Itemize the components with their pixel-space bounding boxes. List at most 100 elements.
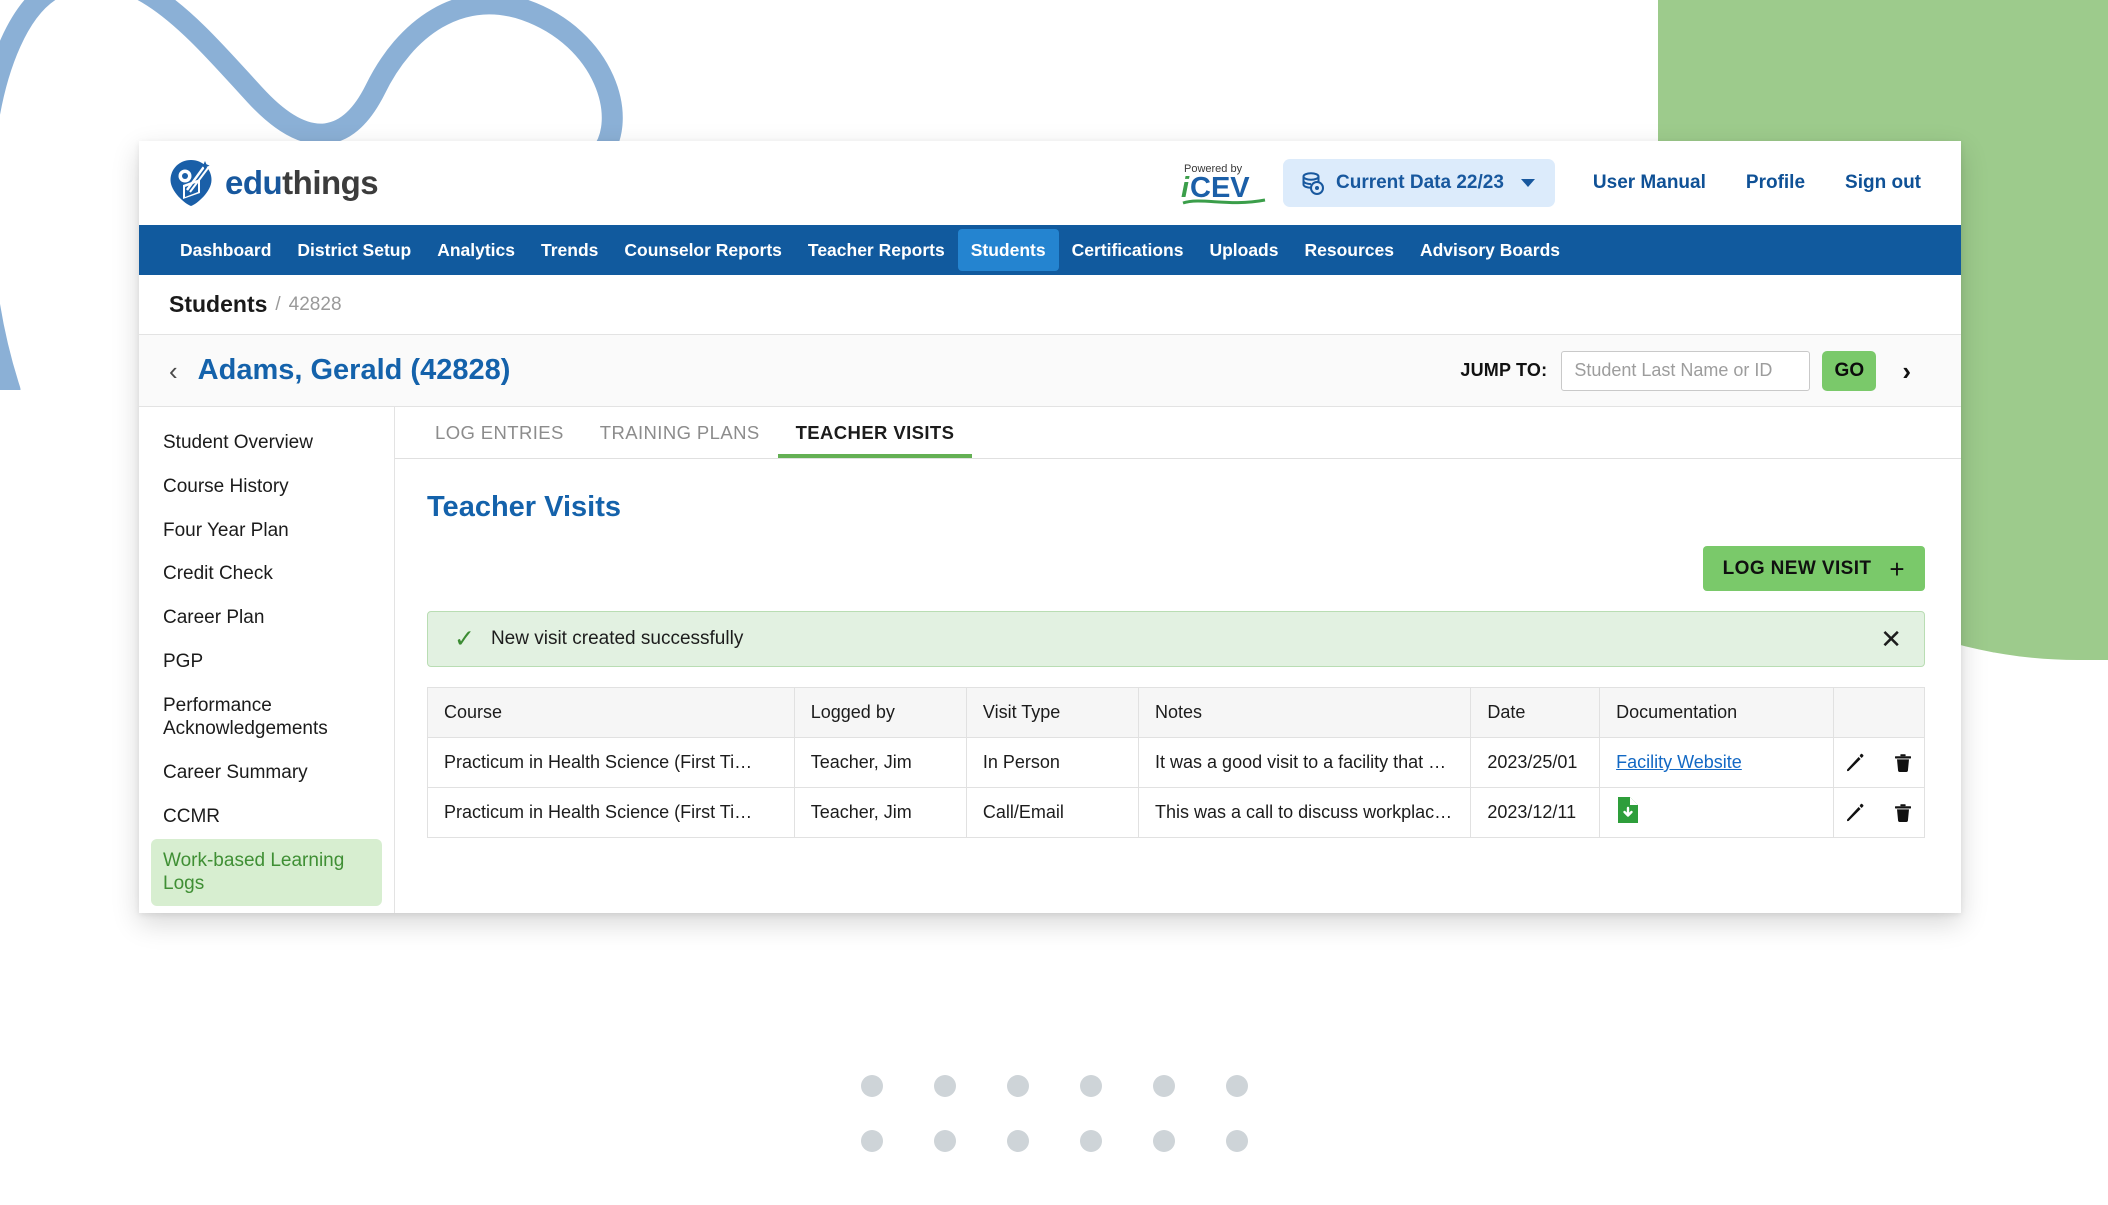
dot [1006, 1130, 1029, 1152]
header-link-user-manual[interactable]: User Manual [1593, 172, 1706, 194]
cell-logged-by: Teacher, Jim [793, 787, 967, 838]
column-header-notes: Notes [1138, 687, 1472, 738]
cell-visit-type: In Person [965, 737, 1140, 788]
dot [1152, 1130, 1175, 1152]
header-link-profile[interactable]: Profile [1746, 172, 1805, 194]
sidebar-item-career-plan[interactable]: Career Plan [151, 596, 382, 640]
pencil-icon[interactable] [1844, 752, 1866, 774]
data-year-label: Current Data 22/23 [1336, 172, 1504, 193]
top-header: eduthings Powered by i CEV Current Data … [139, 141, 1961, 225]
nav-item-dashboard[interactable]: Dashboard [167, 225, 284, 275]
sidebar-item-student-overview[interactable]: Student Overview [151, 421, 382, 465]
trash-icon[interactable] [1892, 752, 1914, 774]
cell-date: 2023/12/11 [1470, 787, 1601, 838]
nav-item-trends[interactable]: Trends [528, 225, 611, 275]
data-year-selector[interactable]: Current Data 22/23 [1283, 159, 1555, 207]
close-icon[interactable]: ✕ [1880, 626, 1902, 652]
pencil-icon[interactable] [1844, 802, 1866, 824]
screenshot-stage: eduthings Powered by i CEV Current Data … [0, 0, 2108, 1205]
sidebar-item-four-year-plan[interactable]: Four Year Plan [151, 509, 382, 553]
sidebar-item-career-summary[interactable]: Career Summary [151, 751, 382, 795]
sidebar-item-credit-check[interactable]: Credit Check [151, 552, 382, 596]
column-header-documentation: Documentation [1599, 687, 1834, 738]
nav-item-certifications[interactable]: Certifications [1059, 225, 1197, 275]
trash-icon[interactable] [1892, 802, 1914, 824]
dot [1079, 1075, 1102, 1097]
dot-grid-decoration [0, 1075, 2108, 1152]
log-new-visit-button[interactable]: LOG NEW VISIT + [1702, 546, 1925, 591]
table-row: Practicum in Health Science (First Ti… T… [427, 787, 1926, 838]
column-header-date: Date [1470, 687, 1601, 738]
go-button[interactable]: GO [1822, 350, 1877, 391]
page-body: Student Overview Course History Four Yea… [139, 407, 1961, 913]
cell-documentation [1599, 787, 1834, 838]
jump-to-label: JUMP TO: [1460, 360, 1548, 380]
column-header-course: Course [427, 687, 795, 738]
breadcrumb-leaf: 42828 [288, 293, 342, 315]
sidebar-item-course-history[interactable]: Course History [151, 465, 382, 509]
main-navigation: Dashboard District Setup Analytics Trend… [139, 225, 1961, 275]
sidebar-item-careers[interactable]: Careers [151, 906, 382, 913]
table-row: Practicum in Health Science (First Ti… T… [427, 737, 1926, 788]
brand-name-part2: things [282, 164, 379, 201]
svg-text:CEV: CEV [1190, 172, 1250, 204]
dot [1152, 1075, 1175, 1097]
cell-actions [1832, 737, 1926, 788]
nav-item-resources[interactable]: Resources [1291, 225, 1407, 275]
chevron-right-icon[interactable]: › [1896, 358, 1917, 384]
sidebar-item-ccmr[interactable]: CCMR [151, 795, 382, 839]
cell-logged-by: Teacher, Jim [793, 737, 967, 788]
nav-item-uploads[interactable]: Uploads [1196, 225, 1291, 275]
sidebar-item-pgp[interactable]: PGP [151, 640, 382, 684]
chevron-left-icon[interactable]: ‹ [163, 358, 184, 384]
cell-date: 2023/25/01 [1470, 737, 1601, 788]
icev-partner-logo-icon: Powered by i CEV [1181, 163, 1266, 205]
table-header-row: Course Logged by Visit Type Notes Date D… [427, 687, 1926, 738]
cell-course: Practicum in Health Science (First Ti… [427, 737, 795, 788]
dot [860, 1075, 883, 1097]
student-name-title[interactable]: Adams, Gerald (42828) [198, 354, 511, 387]
cell-notes: It was a good visit to a facility that p… [1138, 737, 1472, 788]
sidebar-item-work-based-learning-logs[interactable]: Work-based Learning Logs [151, 838, 382, 906]
breadcrumb: Students / 42828 [139, 275, 1961, 335]
dot [1225, 1075, 1248, 1097]
file-download-icon[interactable] [1616, 796, 1640, 824]
cell-documentation: Facility Website [1599, 737, 1834, 788]
jump-to-input[interactable] [1561, 350, 1811, 391]
tab-training-plans[interactable]: TRAINING PLANS [582, 407, 778, 458]
column-header-actions [1832, 687, 1926, 738]
content-area: LOG ENTRIES TRAINING PLANS TEACHER VISIT… [395, 407, 1961, 913]
nav-item-analytics[interactable]: Analytics [424, 225, 528, 275]
sidebar-item-performance-acknowledgements[interactable]: Performance Acknowledgements [151, 684, 382, 752]
breadcrumb-root[interactable]: Students [169, 291, 267, 318]
app-window: eduthings Powered by i CEV Current Data … [139, 141, 1961, 913]
dot [860, 1130, 883, 1152]
success-alert: ✓ New visit created successfully ✕ [427, 611, 1925, 667]
dot [933, 1130, 956, 1152]
panel-actions: LOG NEW VISIT + [427, 546, 1925, 591]
table-body: Practicum in Health Science (First Ti… T… [427, 737, 1926, 838]
tab-teacher-visits[interactable]: TEACHER VISITS [777, 407, 973, 458]
tab-log-entries[interactable]: LOG ENTRIES [417, 407, 582, 458]
nav-item-students[interactable]: Students [957, 229, 1059, 271]
nav-item-advisory-boards[interactable]: Advisory Boards [1407, 225, 1573, 275]
teacher-visits-table: Course Logged by Visit Type Notes Date D… [427, 687, 1926, 838]
brand-logo-block[interactable]: eduthings [169, 159, 379, 207]
breadcrumb-separator: / [275, 293, 281, 315]
dot [1225, 1130, 1248, 1152]
cell-visit-type: Call/Email [965, 787, 1140, 838]
nav-item-district-setup[interactable]: District Setup [284, 225, 424, 275]
header-right-group: Powered by i CEV Current Data 22/23 User… [1181, 159, 1921, 207]
dot-grid-row [0, 1075, 2108, 1097]
log-new-visit-label: LOG NEW VISIT [1722, 557, 1872, 579]
eduthings-pin-logo-icon [170, 160, 212, 206]
tab-bar: LOG ENTRIES TRAINING PLANS TEACHER VISIT… [395, 407, 1961, 459]
documentation-link[interactable]: Facility Website [1616, 752, 1742, 772]
header-link-sign-out[interactable]: Sign out [1845, 172, 1921, 194]
nav-item-teacher-reports[interactable]: Teacher Reports [795, 225, 958, 275]
dot [1006, 1075, 1029, 1097]
alert-message: New visit created successfully [490, 628, 744, 649]
jump-to-group: JUMP TO: GO › [1460, 350, 1917, 391]
dot [1079, 1130, 1102, 1152]
nav-item-counselor-reports[interactable]: Counselor Reports [611, 225, 795, 275]
